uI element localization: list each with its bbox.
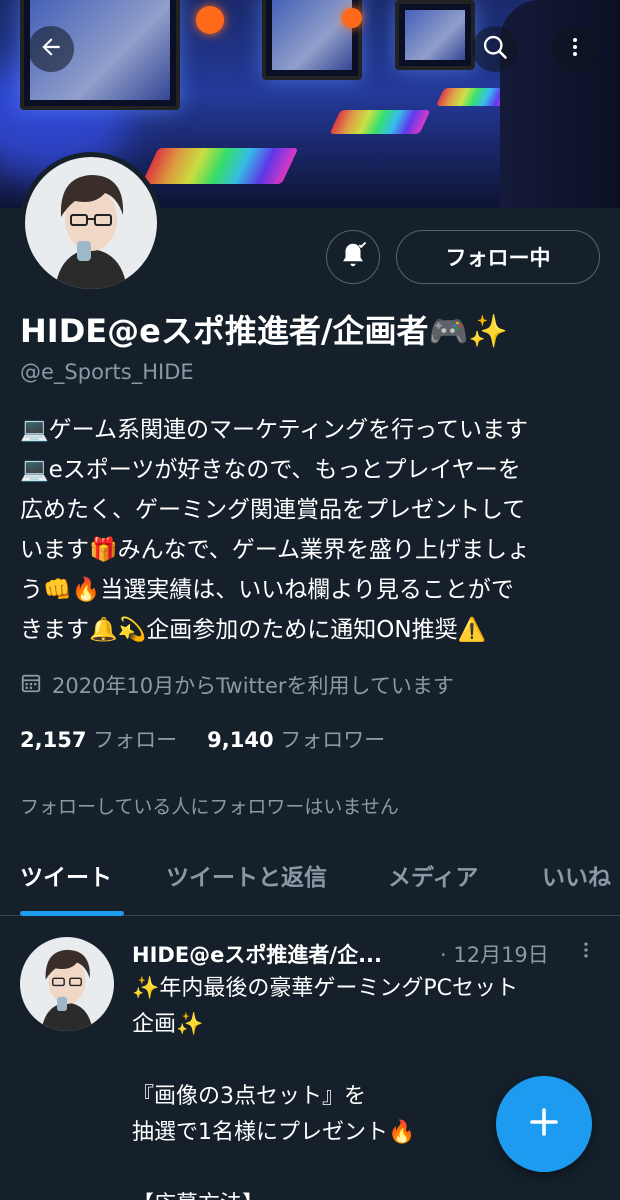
followers-link[interactable]: 9,140 フォロワー [207,724,385,754]
profile-avatar[interactable] [20,152,162,294]
follow-counts: 2,157 フォロー 9,140 フォロワー [20,724,385,754]
join-date: 2020年10月からTwitterを利用しています [20,670,454,700]
bio-line: う👊🔥当選実績は、いいね欄より見ることがで [20,577,514,603]
more-vertical-icon [576,942,596,967]
active-tab-indicator [20,911,124,916]
more-vertical-icon [563,35,587,63]
bio-line: 💻ゲーム系関連のマーケティングを行っています [20,417,528,443]
tweet-line: ✨年内最後の豪華ゲーミングPCセット [132,976,519,1001]
following-link[interactable]: 2,157 フォロー [20,724,177,754]
arrow-left-icon [38,34,64,64]
profile-bio: 💻ゲーム系関連のマーケティングを行っています 💻eスポーツが好きなので、もっとプ… [20,410,600,650]
bio-line: います🎁みんなで、ゲーム業界を盛り上げましょ [20,537,531,563]
more-button[interactable] [552,26,598,72]
search-icon [481,33,509,65]
notification-bell-button[interactable] [326,230,380,284]
bio-line: きます🔔💫企画参加のために通知ON推奨⚠️ [20,617,487,643]
tab-tweets[interactable]: ツイート [20,858,112,892]
following-label: フォロー [93,728,178,752]
compose-tweet-button[interactable] [496,1076,592,1172]
bell-check-icon [338,240,368,274]
bio-line: 広めたく、ゲーミング関連賞品をプレゼントして [20,497,526,523]
search-button[interactable] [472,26,518,72]
tweet-more-button[interactable] [576,937,596,967]
followers-count: 9,140 [207,728,274,752]
tweet-author-avatar[interactable] [20,937,114,1031]
followers-label: フォロワー [280,728,386,752]
tweet-line: 【応募方法】 [132,1187,602,1200]
tweet-line [132,1043,602,1079]
tweet-date[interactable]: · 12月19日 [440,939,549,969]
tweet-line: 企画✨ [132,1012,204,1037]
tab-media[interactable]: メディア [388,858,478,892]
following-button[interactable]: フォロー中 [396,230,600,284]
profile-tabs: ツイート ツイートと返信 メディア いいね [0,840,620,916]
display-name: HIDE@eスポ推進者/企画者🎮✨ [20,312,509,350]
following-count: 2,157 [20,728,87,752]
join-date-text: 2020年10月からTwitterを利用しています [52,674,454,698]
tweet-author-name[interactable]: HIDE@eスポ推進者/企... [132,939,382,969]
calendar-icon [20,672,42,699]
tab-tweets-replies[interactable]: ツイートと返信 [166,858,327,892]
tab-likes[interactable]: いいね [542,858,611,892]
user-handle: @e_Sports_HIDE [20,360,194,384]
back-button[interactable] [28,26,74,72]
bio-line: 💻eスポーツが好きなので、もっとプレイヤーを [20,457,521,483]
mutual-followers-note: フォローしている人にフォロワーはいません [20,796,399,818]
plus-icon [526,1104,562,1144]
